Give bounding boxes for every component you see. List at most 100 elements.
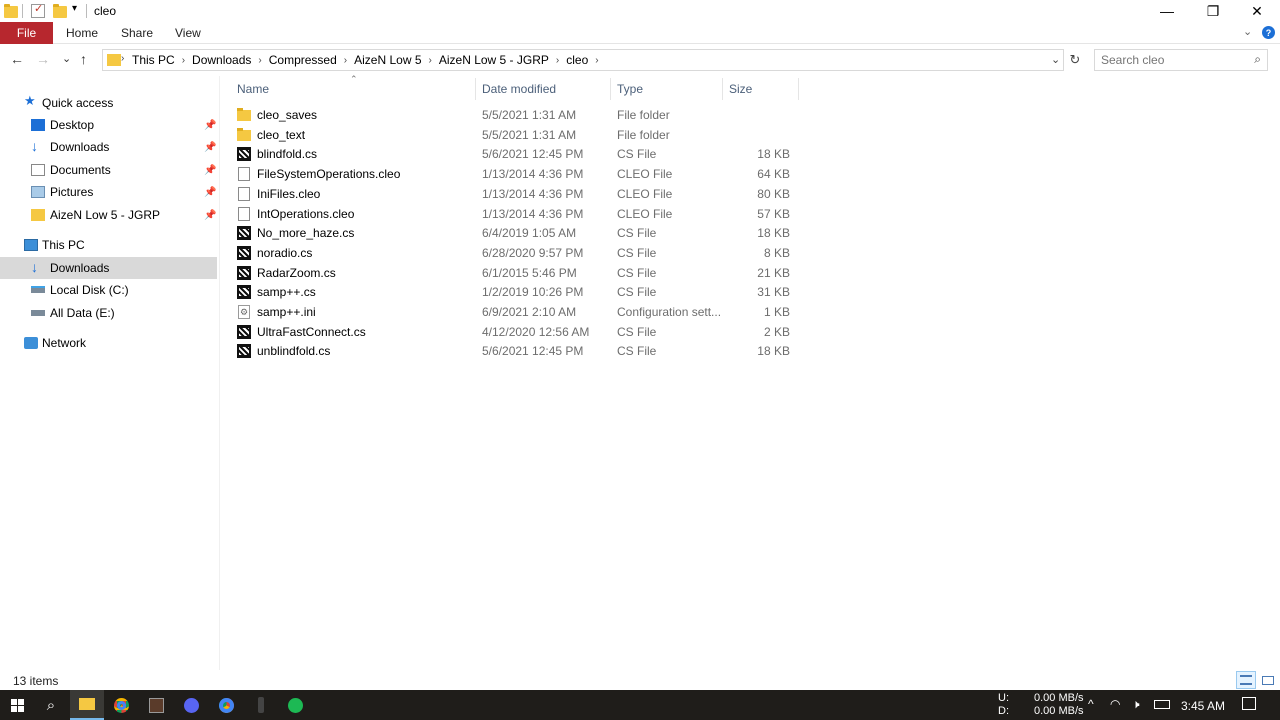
recent-locations-button[interactable]: ⌄ — [62, 52, 71, 65]
new-folder-icon[interactable] — [53, 4, 67, 18]
discord-icon[interactable] — [174, 690, 208, 720]
address-row: ← → ⌄ ↑ › This PC › Downloads › Compress… — [0, 45, 1280, 75]
chevron-right-icon[interactable]: › — [427, 55, 434, 66]
address-bar[interactable]: › This PC › Downloads › Compressed › Aiz… — [102, 49, 1064, 71]
forward-button[interactable]: → — [36, 51, 50, 67]
volume-icon[interactable]: 🕨 — [1132, 697, 1140, 712]
clock[interactable]: 3:45 AM — [1181, 699, 1225, 713]
file-type: CS File — [617, 344, 657, 359]
chevron-right-icon[interactable]: › — [593, 55, 600, 66]
file-row[interactable]: No_more_haze.cs 6/4/2019 1:05 AM CS File 18… — [232, 223, 798, 243]
file-row[interactable]: samp++.cs 1/2/2019 10:26 PM CS File 31 KB — [232, 282, 798, 302]
crumb-downloads[interactable]: Downloads — [187, 53, 256, 67]
start-button[interactable] — [0, 690, 34, 720]
item-count: 13 items — [13, 674, 59, 688]
properties-icon[interactable]: ✓ — [31, 3, 45, 18]
folder-icon — [4, 4, 18, 18]
crumb-this-pc[interactable]: This PC — [127, 53, 180, 67]
sidebar-item-aizen-low-5-jgrp[interactable]: AizeN Low 5 - JGRP 📌 — [0, 204, 217, 226]
column-type[interactable]: Type — [617, 82, 643, 96]
sidebar-item-all-data-e[interactable]: All Data (E:) — [0, 302, 217, 324]
chevron-right-icon[interactable]: › — [342, 55, 349, 66]
file-row[interactable]: blindfold.cs 5/6/2021 12:45 PM CS File 18 K… — [232, 144, 798, 164]
app-icon[interactable] — [244, 690, 278, 720]
sidebar-item-pictures[interactable]: Pictures 📌 — [0, 181, 217, 203]
file-row[interactable]: noradio.cs 6/28/2020 9:57 PM CS File 8 KB — [232, 243, 798, 263]
settings-file-icon — [238, 305, 250, 319]
computer-icon — [24, 239, 38, 251]
chevron-right-icon[interactable]: › — [256, 55, 263, 66]
crumb-compressed[interactable]: Compressed — [264, 53, 342, 67]
tab-home[interactable]: Home — [66, 26, 98, 40]
chrome-icon[interactable] — [209, 690, 243, 720]
back-button[interactable]: ← — [10, 51, 24, 67]
chevron-up-icon[interactable]: ^ — [1088, 697, 1094, 711]
chevron-right-icon[interactable]: › — [554, 55, 561, 66]
file-row[interactable]: unblindfold.cs 5/6/2021 12:45 PM CS File 18… — [232, 341, 798, 361]
wifi-icon[interactable]: ◠ — [1110, 697, 1120, 711]
sidebar-item-downloads[interactable]: ↓ Downloads 📌 — [0, 136, 217, 158]
large-icons-view-button[interactable] — [1258, 671, 1278, 689]
divider — [22, 4, 23, 18]
tab-view[interactable]: View — [175, 26, 201, 40]
tab-file[interactable]: File — [0, 22, 53, 44]
search-icon[interactable]: ⌕ — [1254, 52, 1261, 67]
file-row[interactable]: IniFiles.cleo 1/13/2014 4:36 PM CLEO File 8… — [232, 184, 798, 204]
column-divider[interactable] — [722, 78, 723, 100]
cs-file-icon — [237, 324, 251, 339]
chrome-icon[interactable] — [104, 690, 138, 720]
file-size: 80 KB — [757, 186, 790, 201]
crumb-cleo[interactable]: cleo — [561, 53, 593, 67]
tab-share[interactable]: Share — [121, 26, 153, 40]
divider — [86, 4, 87, 18]
sidebar-item-documents[interactable]: Documents 📌 — [0, 159, 217, 181]
file-row[interactable]: FileSystemOperations.cleo 1/13/2014 4:36 … — [232, 164, 798, 184]
close-button[interactable]: ✕ — [1234, 0, 1280, 22]
file-row[interactable]: RadarZoom.cs 6/1/2015 5:46 PM CS File 21 KB — [232, 263, 798, 283]
search-input[interactable] — [1101, 53, 1241, 67]
file-row[interactable]: samp++.ini 6/9/2021 2:10 AM Configuration … — [232, 302, 798, 322]
file-row[interactable]: UltraFastConnect.cs 4/12/2020 12:56 AM CS … — [232, 322, 798, 342]
help-icon[interactable]: ? — [1262, 26, 1275, 39]
crumb-aizen-low-5[interactable]: AizeN Low 5 — [349, 53, 426, 67]
file-explorer-icon[interactable] — [70, 690, 104, 720]
file-date: 5/6/2021 12:45 PM — [482, 344, 584, 359]
up-button[interactable]: ↑ — [80, 51, 87, 67]
sidebar-item-desktop[interactable]: Desktop 📌 — [0, 114, 217, 136]
game-icon[interactable] — [139, 690, 173, 720]
spotify-icon[interactable] — [278, 690, 312, 720]
sidebar-item-this-pc[interactable]: This PC — [0, 234, 217, 256]
sidebar-item-quick-access[interactable]: ★ Quick access — [0, 92, 217, 114]
network-icon — [24, 337, 38, 349]
sidebar-item-pc-downloads[interactable]: ↓ Downloads — [0, 257, 217, 279]
chevron-right-icon[interactable]: › — [121, 53, 124, 64]
details-view-button[interactable] — [1236, 671, 1256, 689]
file-name: unblindfold.cs — [257, 344, 331, 359]
file-size: 31 KB — [757, 285, 790, 300]
sidebar-item-network[interactable]: Network — [0, 332, 217, 354]
search-box[interactable]: ⌕ — [1094, 49, 1268, 71]
search-icon[interactable]: ⌕ — [34, 690, 68, 720]
column-divider[interactable] — [610, 78, 611, 100]
file-row[interactable]: cleo_text 5/5/2021 1:31 AM File folder — [232, 125, 798, 145]
column-size[interactable]: Size — [729, 82, 752, 96]
column-divider[interactable] — [798, 78, 799, 100]
expand-ribbon-icon[interactable]: ⌄ — [1243, 25, 1252, 38]
file-row[interactable]: IntOperations.cleo 1/13/2014 4:36 PM CLEO … — [232, 204, 798, 224]
column-divider[interactable] — [475, 78, 476, 100]
column-date-modified[interactable]: Date modified — [482, 82, 556, 96]
file-row[interactable]: cleo_saves 5/5/2021 1:31 AM File folder — [232, 105, 798, 125]
file-icon — [238, 167, 250, 182]
refresh-button[interactable]: ↻ — [1066, 49, 1084, 71]
sidebar-item-label: Desktop — [50, 118, 95, 132]
maximize-button[interactable]: ❐ — [1190, 0, 1236, 22]
address-dropdown-icon[interactable]: ⌄ — [1051, 53, 1060, 66]
column-name[interactable]: Name — [237, 82, 269, 96]
chevron-right-icon[interactable]: › — [180, 55, 187, 66]
sidebar-item-local-disk-c[interactable]: Local Disk (C:) — [0, 279, 217, 301]
minimize-button[interactable]: — — [1144, 0, 1190, 22]
crumb-aizen-low-5-jgrp[interactable]: AizeN Low 5 - JGRP — [434, 53, 554, 67]
customize-toolbar-icon[interactable]: ▾ — [72, 3, 77, 14]
notifications-icon[interactable] — [1242, 697, 1256, 710]
battery-icon[interactable] — [1154, 700, 1170, 709]
